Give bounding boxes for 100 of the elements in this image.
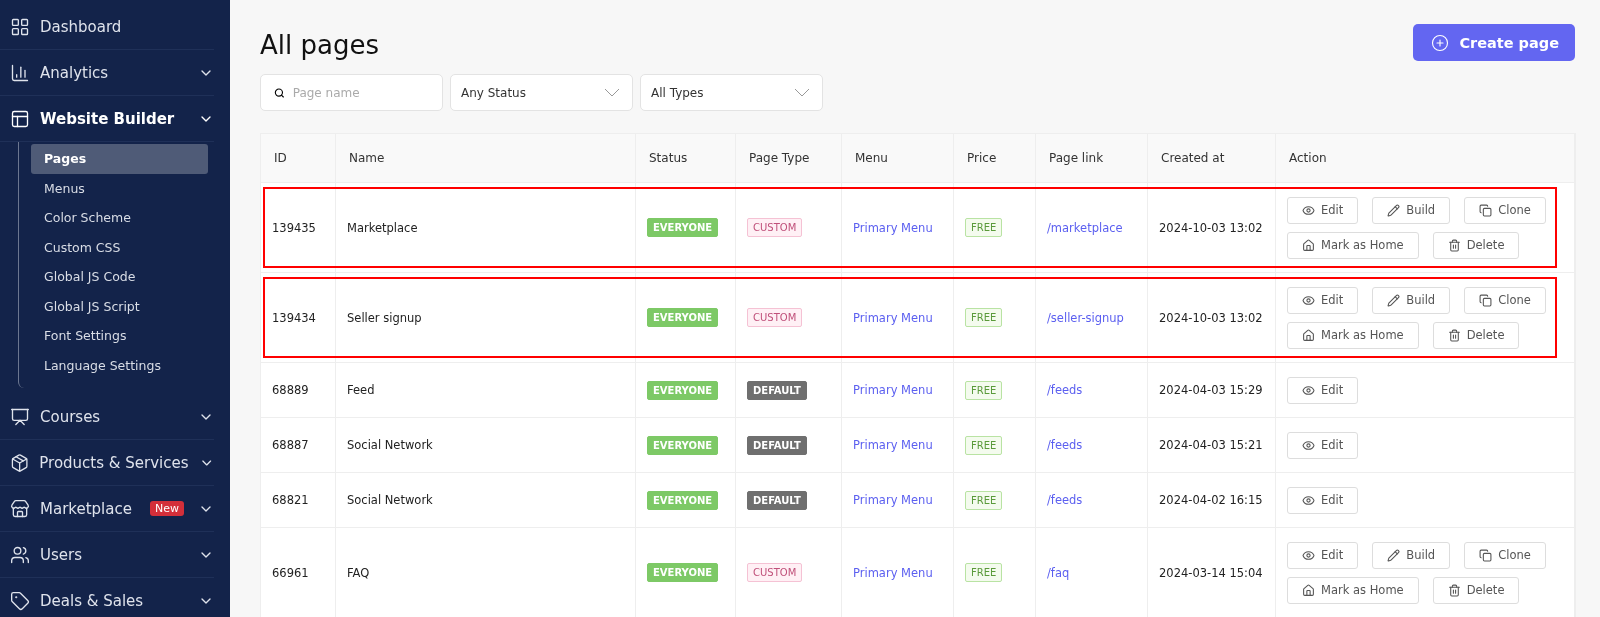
menu-link[interactable]: Primary Menu [853, 493, 933, 507]
table-cell: Social Network [347, 493, 433, 507]
table-cell: FAQ [347, 565, 370, 580]
table-cell: 2024-03-14 15:04 [1159, 565, 1263, 580]
menu-link[interactable]: Primary Menu [853, 220, 933, 235]
presentation-icon [10, 406, 30, 427]
status-badge: EVERYONE [647, 435, 719, 455]
copy-icon [1479, 293, 1493, 307]
box-icon [10, 452, 30, 473]
column-header: Price [954, 134, 1036, 182]
sidebar-subitem[interactable]: Pages [31, 144, 208, 174]
menu-link[interactable]: Primary Menu [853, 310, 933, 325]
build-button[interactable]: Build [1372, 541, 1451, 569]
edit-button[interactable]: Edit [1287, 286, 1359, 314]
pencil-icon [1387, 203, 1401, 217]
column-header: Menu [842, 134, 954, 182]
status-badge: EVERYONE [647, 218, 719, 237]
clone-button[interactable]: Clone [1464, 286, 1546, 314]
table-cell: Seller signup [347, 310, 422, 325]
column-header: Action [1276, 134, 1575, 182]
price-badge: FREE [965, 490, 1003, 510]
edit-button[interactable]: Edit [1287, 486, 1359, 514]
eye-icon [1302, 493, 1315, 507]
pencil-icon [1387, 293, 1401, 307]
price-badge: FREE [965, 563, 1003, 582]
eye-icon [1302, 438, 1315, 452]
eye-icon [1302, 383, 1315, 397]
sidebar-item[interactable]: Marketplace New [0, 486, 214, 532]
delete-button[interactable]: Delete [1432, 231, 1520, 259]
home-button[interactable]: Mark as Home [1287, 576, 1419, 604]
status-dropdown[interactable]: Any Status [450, 74, 633, 111]
copy-icon [1479, 548, 1493, 562]
delete-button[interactable]: Delete [1432, 576, 1520, 604]
table-cell: 2024-10-03 13:02 [1159, 220, 1263, 235]
plus-circle-icon [1431, 33, 1450, 52]
edit-button[interactable]: Edit [1287, 196, 1359, 224]
eye-icon [1302, 548, 1315, 562]
clone-button[interactable]: Clone [1464, 541, 1546, 569]
tag-icon [10, 590, 30, 611]
house-icon [1302, 583, 1315, 597]
sidebar-item[interactable]: Products & Services [0, 440, 214, 486]
page-type-badge: CUSTOM [747, 218, 803, 237]
menu-link[interactable]: Primary Menu [853, 383, 933, 397]
build-button[interactable]: Build [1372, 286, 1451, 314]
edit-button[interactable]: Edit [1287, 431, 1359, 459]
page-link[interactable]: /feeds [1047, 438, 1083, 452]
page-link[interactable]: /marketplace [1047, 220, 1123, 235]
sidebar-subitem[interactable]: Menus [31, 173, 208, 203]
sidebar-item[interactable]: Dashboard [0, 4, 214, 50]
table-cell: 2024-10-03 13:02 [1159, 310, 1263, 325]
delete-button[interactable]: Delete [1432, 321, 1520, 349]
table-cell: Feed [347, 383, 375, 397]
status-badge: EVERYONE [647, 308, 719, 327]
page-link[interactable]: /feeds [1047, 383, 1083, 397]
price-badge: FREE [965, 218, 1003, 237]
status-badge: EVERYONE [647, 563, 719, 582]
price-badge: FREE [965, 308, 1003, 327]
column-header: Created at [1148, 134, 1276, 182]
menu-link[interactable]: Primary Menu [853, 438, 933, 452]
trash-icon [1447, 583, 1461, 597]
store-icon [10, 498, 30, 519]
edit-button[interactable]: Edit [1287, 541, 1359, 569]
status-badge: EVERYONE [647, 380, 719, 400]
type-dropdown[interactable]: All Types [640, 74, 823, 111]
search-icon [274, 86, 285, 99]
sidebar-subitem[interactable]: Color Scheme [31, 203, 208, 233]
home-button[interactable]: Mark as Home [1287, 231, 1419, 259]
build-button[interactable]: Build [1372, 196, 1451, 224]
pencil-icon [1387, 548, 1401, 562]
grid-icon [10, 16, 30, 37]
menu-link[interactable]: Primary Menu [853, 565, 933, 580]
column-header: Status [636, 134, 736, 182]
search-field[interactable]: Page name [260, 74, 443, 111]
page-type-badge: DEFAULT [747, 435, 807, 455]
price-badge: FREE [965, 435, 1003, 455]
sidebar-subitem[interactable]: Font Settings [31, 321, 208, 351]
sidebar-item[interactable]: Website Builder [0, 96, 214, 142]
column-header: Name [336, 134, 636, 182]
sidebar-subitem[interactable]: Custom CSS [31, 232, 208, 262]
column-header: Page link [1036, 134, 1148, 182]
clone-button[interactable]: Clone [1464, 196, 1546, 224]
sidebar-item[interactable]: Analytics [0, 50, 214, 96]
page-link[interactable]: /faq [1047, 565, 1070, 580]
sidebar-item[interactable]: Users [0, 532, 214, 578]
create-page-button[interactable]: Create page [1413, 24, 1575, 61]
table-cell: 2024-04-02 16:15 [1159, 493, 1263, 507]
page-link[interactable]: /feeds [1047, 493, 1083, 507]
sidebar-subitem[interactable]: Global JS Code [31, 262, 208, 292]
page-link[interactable]: /seller-signup [1047, 310, 1124, 325]
copy-icon [1479, 203, 1493, 217]
table-cell: 2024-04-03 15:21 [1159, 438, 1263, 452]
table-cell: 139435 [272, 220, 316, 235]
sidebar-item[interactable]: Courses [0, 394, 214, 440]
edit-button[interactable]: Edit [1287, 376, 1359, 404]
layout-icon [10, 108, 30, 129]
sidebar-subitem[interactable]: Language Settings [31, 350, 208, 380]
sidebar-item[interactable]: Deals & Sales [0, 578, 214, 617]
page-type-badge: CUSTOM [747, 563, 803, 582]
sidebar-subitem[interactable]: Global JS Script [31, 291, 208, 321]
home-button[interactable]: Mark as Home [1287, 321, 1419, 349]
